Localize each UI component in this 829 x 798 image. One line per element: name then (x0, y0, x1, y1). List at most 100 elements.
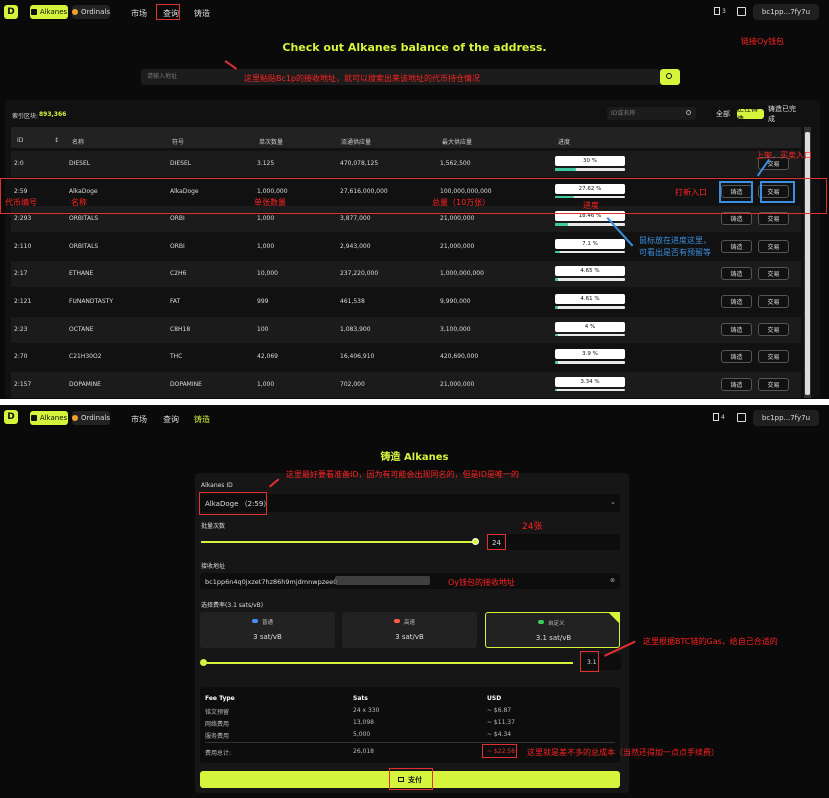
fee-option-fast[interactable]: 高速 3 sat/vB (342, 612, 477, 648)
wallet-button[interactable]: bc1pp...7fy7u (753, 4, 819, 20)
ordinals-icon (72, 9, 78, 15)
progress-track (555, 361, 625, 364)
scrollbar-thumb[interactable] (805, 132, 810, 395)
cell-name: ETHANE (69, 270, 94, 278)
fee-option-rate: 3 sat/vB (395, 633, 424, 641)
fee-option-name: 自定义 (548, 621, 565, 627)
batch-input[interactable] (487, 534, 620, 550)
fee-slider-handle[interactable] (200, 659, 207, 666)
nav-market-bottom[interactable]: 市场 (131, 414, 147, 425)
fee-usd: ~ $6.87 (487, 707, 512, 714)
progress-label: 3.9 % (555, 349, 625, 360)
clear-icon[interactable]: ⊗ (610, 577, 615, 584)
id-label: Alkanes ID (201, 482, 233, 489)
cell-per-mint: 1,000 (257, 242, 275, 250)
cell-circulating: 1,083,900 (340, 325, 371, 333)
cell-name: DOPAMINE (69, 380, 101, 388)
annotation-per: 单张数量 (254, 198, 286, 207)
trade-button[interactable]: 交易 (758, 350, 789, 364)
cell-id: 2:17 (14, 270, 28, 278)
progress-label: 4 % (555, 321, 625, 332)
annotation-name: 名称 (71, 198, 87, 207)
tab-alkanes-bottom[interactable]: Alkanes (30, 411, 68, 425)
top-navbar (0, 0, 829, 24)
nav-market[interactable]: 市场 (131, 8, 147, 19)
fee-header-type: Fee Type (205, 695, 235, 702)
trade-button[interactable]: 交易 (758, 322, 789, 336)
pay-highlight (389, 768, 433, 790)
cell-circulating: 702,000 (340, 380, 365, 388)
id-highlight (199, 492, 267, 515)
trade-button[interactable]: 交易 (758, 239, 789, 253)
bottom-navbar (0, 405, 829, 431)
cell-id: 2:70 (14, 353, 28, 361)
tab-ordinals-bottom[interactable]: Ordinals (72, 411, 110, 425)
progress-track (555, 278, 625, 281)
filter-done[interactable]: 铸造已完成 (768, 105, 802, 123)
fee-option-name: 高速 (404, 620, 416, 626)
search-button[interactable] (660, 69, 680, 85)
progress-label: 7.1 % (555, 238, 625, 249)
col-circulating: 流通供应量 (341, 139, 372, 146)
cell-symbol: DIESEL (170, 160, 192, 167)
sort-icon[interactable]: ↕ (54, 137, 59, 144)
cell-symbol: ORBI (170, 215, 185, 223)
trade-button[interactable]: 交易 (758, 212, 789, 226)
table-row (11, 289, 801, 315)
progress-label: 3.34 % (555, 376, 625, 387)
fee-option-normal[interactable]: 普通 3 sat/vB (200, 612, 335, 648)
cell-id: 2:293 (14, 215, 32, 223)
fee-option-custom[interactable]: 自定义 3.1 sat/vB (485, 612, 620, 648)
wallet-button-bottom[interactable]: bc1pp...7fy7u (753, 410, 819, 426)
nav-mint-bottom[interactable]: 铸造 (194, 414, 210, 425)
fee-type: 服务费用 (205, 733, 230, 740)
mint-button[interactable]: 铸造 (721, 239, 752, 253)
cell-circulating: 3,877,000 (340, 215, 371, 223)
cell-per-mint: 1,000 (257, 380, 275, 388)
nav-query-bottom[interactable]: 查询 (163, 414, 179, 425)
mint-button[interactable]: 铸造 (721, 212, 752, 226)
mint-button[interactable]: 铸造 (721, 377, 752, 391)
batch-highlight (487, 534, 506, 550)
trade-button[interactable]: 交易 (758, 295, 789, 308)
col-per-mint: 单次数量 (259, 139, 284, 146)
fee-option-name: 普通 (262, 620, 274, 626)
app-logo-bottom[interactable]: D (4, 410, 18, 424)
col-id[interactable]: ID (17, 137, 23, 144)
cell-symbol: ORBI (170, 242, 185, 250)
progress-label: 4.65 % (555, 266, 625, 277)
progress-fill (555, 333, 558, 337)
alkanes-icon-bottom (30, 415, 37, 421)
nav-mint[interactable]: 铸造 (194, 8, 210, 19)
tab-alkanes[interactable]: Alkanes (30, 5, 68, 19)
app-logo[interactable]: D (4, 5, 18, 19)
alkanes-icon (30, 9, 37, 15)
tab-ordinals-label-bottom: Ordinals (81, 414, 110, 422)
mint-button[interactable]: 铸造 (721, 322, 752, 336)
annotation-addr: Oy钱包的接收地址 (448, 578, 516, 587)
batch-slider-handle[interactable] (472, 538, 479, 545)
col-symbol: 符号 (172, 139, 185, 146)
batch-slider-track[interactable] (201, 541, 477, 543)
search-icon (666, 73, 672, 79)
trade-button[interactable]: 交易 (758, 377, 789, 391)
filter-input[interactable]: ID或名称 (607, 107, 696, 120)
trade-button[interactable]: 交易 (758, 267, 789, 281)
page-headline: Check out Alkanes balance of the address… (282, 41, 547, 54)
filter-minting[interactable]: 正在铸造 (737, 105, 764, 123)
mint-button[interactable]: 铸造 (721, 295, 752, 308)
wallet-icon[interactable] (737, 7, 746, 16)
cell-per-mint: 42,069 (257, 353, 278, 361)
mint-button[interactable]: 铸造 (721, 350, 752, 364)
index-label: 索引区块: (12, 113, 39, 120)
progress-fill (555, 306, 559, 309)
fee-slider-track[interactable] (203, 662, 573, 664)
annotation-hover-text: 鼠标放在进度这里， 可看出是否有预留等 (639, 236, 711, 257)
cell-per-mint: 100 (257, 325, 269, 333)
tab-ordinals[interactable]: Ordinals (72, 5, 110, 19)
col-name: 名称 (72, 139, 85, 146)
filter-all[interactable]: 全部 (712, 109, 734, 119)
cell-max: 9,990,000 (440, 298, 471, 305)
mint-button[interactable]: 铸造 (721, 267, 752, 281)
wallet-icon-bottom[interactable] (737, 413, 746, 422)
